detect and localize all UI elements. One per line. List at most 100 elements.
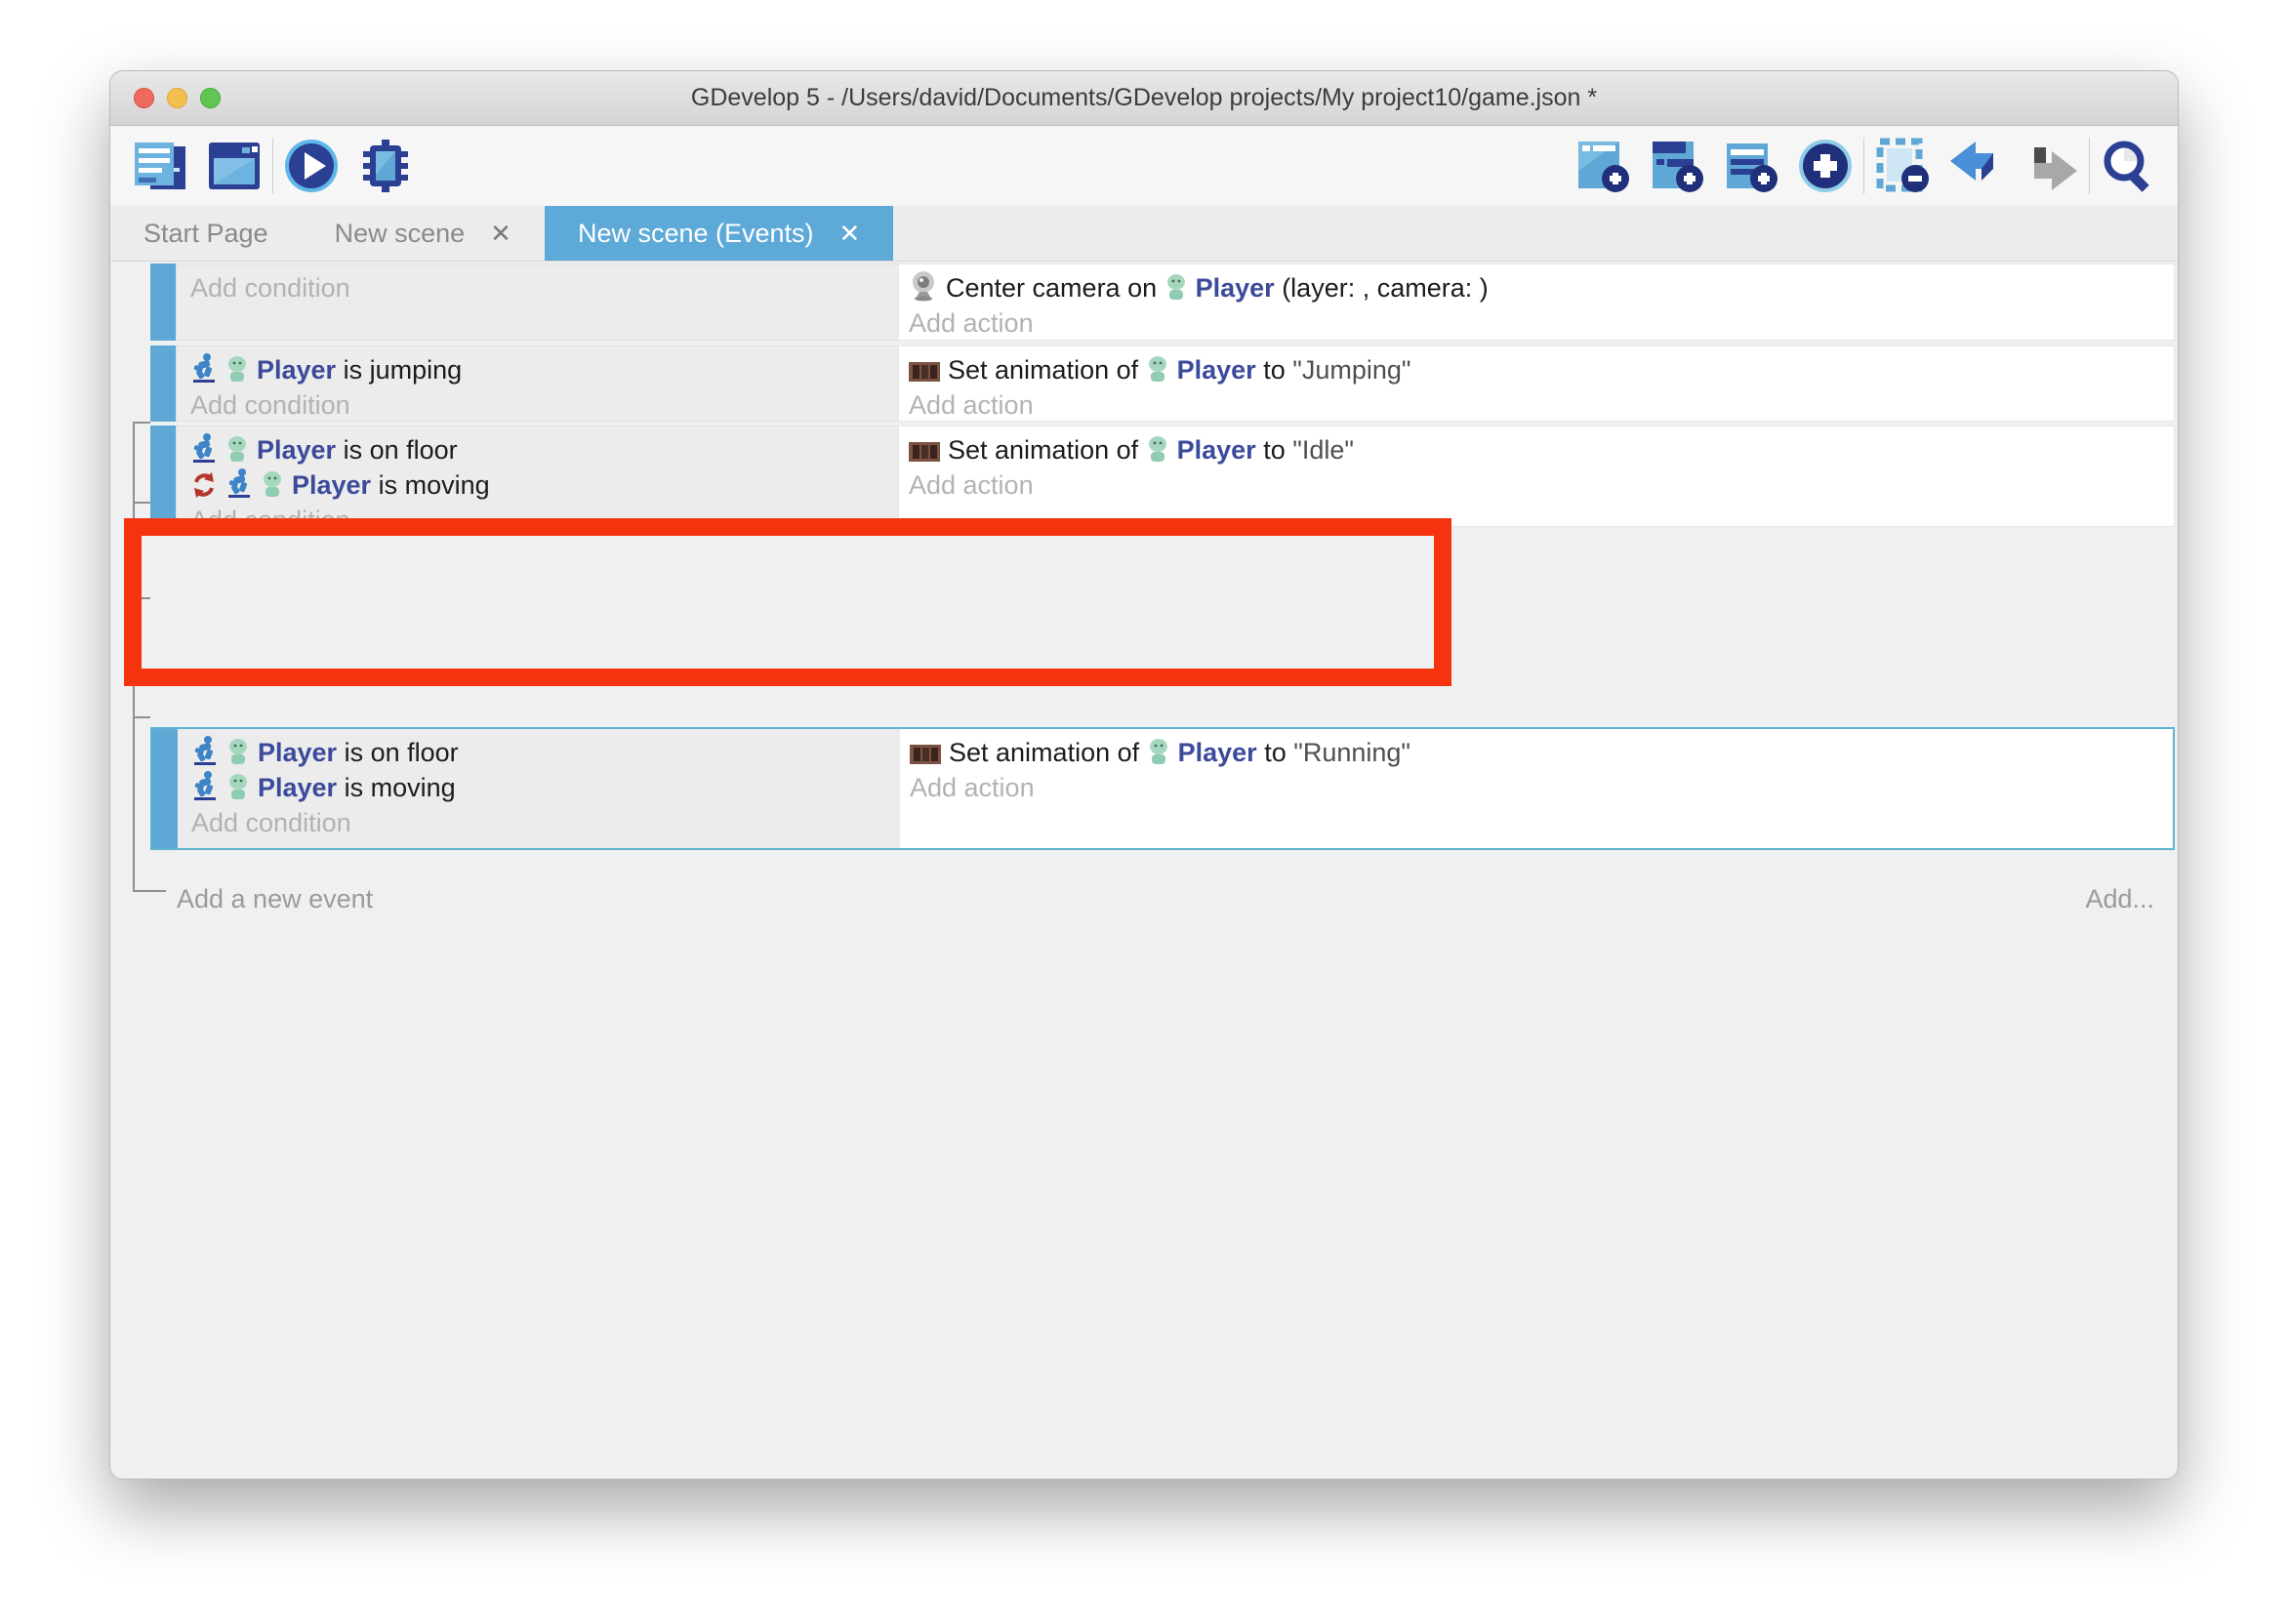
add-action-link[interactable]: Add action — [909, 305, 2174, 341]
platformer-behavior-icon — [190, 432, 218, 464]
actions-cell[interactable]: Set animation of Player to "Idle" Add ac… — [898, 426, 2175, 527]
action-text: Set animation of — [948, 355, 1146, 385]
toolbar-separator — [1863, 138, 1864, 194]
add-new-event-link[interactable]: Add a new event — [177, 884, 373, 914]
condition-line[interactable]: Player is moving — [190, 467, 898, 503]
close-tab-icon[interactable]: ✕ — [839, 219, 861, 249]
toolbar — [110, 126, 2178, 206]
player-object-icon — [226, 774, 250, 801]
tree-guide-tick — [133, 422, 150, 424]
event-handle[interactable] — [150, 426, 176, 527]
condition-line[interactable]: Player is on floor — [191, 735, 900, 770]
tree-guide-tick — [133, 716, 150, 718]
conditions-cell[interactable]: Player is jumping Add condition — [176, 345, 898, 422]
player-object-icon — [1146, 436, 1169, 464]
player-object-icon — [261, 471, 284, 499]
event-row-1[interactable]: Add condition Center camera on Player (l… — [150, 264, 2175, 341]
add-condition-link[interactable]: Add condition — [190, 387, 898, 423]
object-name: Player — [292, 470, 371, 500]
minimize-window-button[interactable] — [167, 88, 187, 108]
animation-icon — [910, 743, 941, 766]
add-condition-link[interactable]: Add condition — [191, 805, 900, 840]
condition-line[interactable]: Player is moving — [191, 770, 900, 805]
object-name: Player — [1178, 738, 1257, 767]
condition-line[interactable]: Player is on floor — [190, 432, 898, 467]
add-comment-icon — [1723, 138, 1779, 194]
add-event-icon — [1574, 138, 1631, 194]
object-name: Player — [258, 773, 337, 802]
player-object-icon — [1164, 274, 1188, 302]
close-window-button[interactable] — [134, 88, 154, 108]
event-row-4-selected[interactable]: Player is on floor Player is moving Add … — [150, 727, 2175, 850]
tab-new-scene-events[interactable]: New scene (Events) ✕ — [545, 206, 893, 261]
scene-editor-icon — [207, 139, 262, 193]
condition-text: is moving — [337, 773, 456, 802]
add-subevent-button[interactable] — [1649, 138, 1705, 194]
add-event-button[interactable] — [1574, 138, 1631, 194]
platformer-behavior-icon — [191, 735, 219, 766]
add-action-link[interactable]: Add action — [909, 467, 2174, 503]
action-line[interactable]: Center camera on Player (layer: , camera… — [909, 270, 2174, 305]
event-row-3[interactable]: Player is on floor Player is moving Add … — [150, 426, 2175, 527]
action-line[interactable]: Set animation of Player to "Idle" — [909, 432, 2174, 467]
condition-line[interactable]: Player is jumping — [190, 352, 898, 387]
choose-add-event-button[interactable] — [1797, 138, 1854, 194]
window-title: GDevelop 5 - /Users/david/Documents/GDev… — [691, 84, 1597, 112]
add-condition-link[interactable]: Add condition — [190, 270, 898, 305]
actions-cell[interactable]: Set animation of Player to "Running" Add… — [900, 729, 2173, 848]
scene-editor-button[interactable] — [206, 138, 263, 194]
object-name: Player — [258, 738, 337, 767]
tab-label: Start Page — [143, 219, 268, 249]
action-line[interactable]: Set animation of Player to "Running" — [910, 735, 2173, 770]
object-name: Player — [1177, 435, 1256, 465]
object-name: Player — [257, 435, 336, 465]
actions-cell[interactable]: Set animation of Player to "Jumping" Add… — [898, 345, 2175, 422]
tab-bar: Start Page New scene ✕ New scene (Events… — [110, 206, 2178, 262]
event-handle[interactable] — [150, 264, 176, 341]
animation-icon — [909, 440, 940, 464]
conditions-cell[interactable]: Add condition — [176, 264, 898, 341]
close-tab-icon[interactable]: ✕ — [490, 219, 511, 249]
add-more-link[interactable]: Add... — [2085, 884, 2154, 914]
play-preview-button[interactable] — [283, 138, 340, 194]
title-bar: GDevelop 5 - /Users/david/Documents/GDev… — [110, 71, 2178, 126]
debug-button[interactable] — [357, 138, 414, 194]
remove-event-button[interactable] — [1874, 138, 1931, 194]
redo-button[interactable] — [2022, 138, 2079, 194]
undo-button[interactable] — [1948, 138, 2005, 194]
animation-icon — [909, 360, 940, 384]
player-object-icon — [1146, 356, 1169, 384]
event-handle[interactable] — [150, 345, 176, 422]
toolbar-separator — [272, 138, 273, 194]
player-object-icon — [226, 739, 250, 766]
traffic-lights — [134, 71, 221, 125]
action-line[interactable]: Set animation of Player to "Jumping" — [909, 352, 2174, 387]
action-text: to — [1256, 355, 1293, 385]
tab-label: New scene (Events) — [578, 219, 814, 249]
player-object-icon — [225, 356, 249, 384]
project-manager-button[interactable] — [132, 138, 188, 194]
add-action-link[interactable]: Add action — [909, 387, 2174, 423]
zoom-window-button[interactable] — [200, 88, 221, 108]
conditions-cell[interactable]: Player is on floor Player is moving Add … — [176, 426, 898, 527]
condition-text: is jumping — [336, 355, 462, 385]
play-icon — [283, 138, 340, 194]
add-condition-link[interactable]: Add condition — [190, 503, 898, 538]
tab-start-page[interactable]: Start Page — [110, 206, 302, 261]
action-text: (layer: , camera: ) — [1275, 273, 1489, 303]
event-handle[interactable] — [152, 729, 178, 848]
project-manager-icon — [133, 139, 187, 193]
add-action-link[interactable]: Add action — [910, 770, 2173, 805]
tab-new-scene[interactable]: New scene ✕ — [302, 206, 545, 261]
search-events-button[interactable] — [2100, 138, 2156, 194]
conditions-cell[interactable]: Player is on floor Player is moving Add … — [178, 729, 900, 848]
tree-guide-tick — [133, 502, 150, 504]
actions-cell[interactable]: Center camera on Player (layer: , camera… — [898, 264, 2175, 341]
tree-guide-line — [133, 422, 135, 890]
redo-icon — [2022, 138, 2079, 194]
event-row-2[interactable]: Player is jumping Add condition Set anim… — [150, 345, 2175, 422]
add-comment-button[interactable] — [1723, 138, 1779, 194]
object-name: Player — [1177, 355, 1256, 385]
condition-text: is on floor — [337, 738, 459, 767]
action-value: "Jumping" — [1292, 355, 1410, 385]
